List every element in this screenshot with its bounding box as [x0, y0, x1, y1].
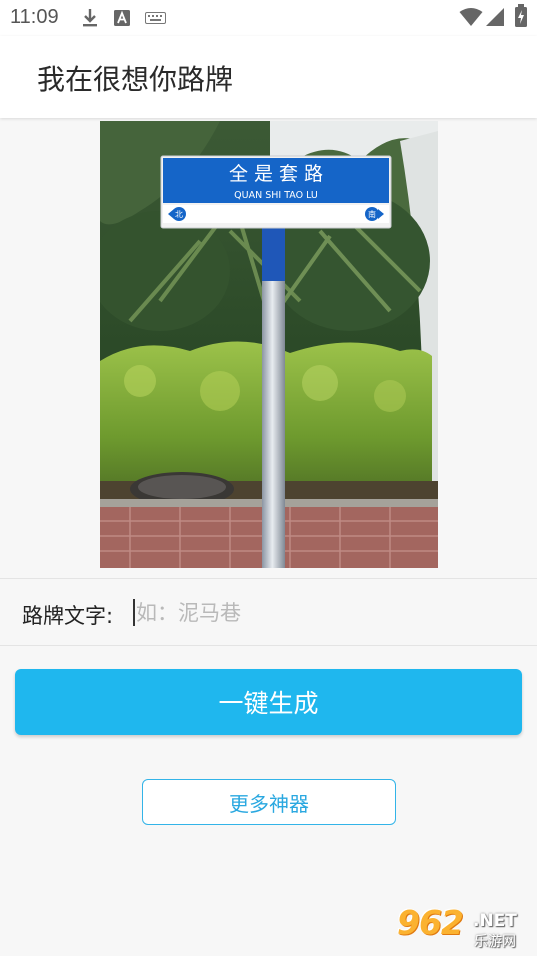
site-watermark-logo: 962 .NET 乐游网 [397, 903, 534, 953]
watermark-number: 962 [397, 903, 464, 942]
text-cursor [133, 599, 135, 626]
signal-icon [486, 8, 504, 26]
sign-north-mark: 北 [175, 210, 183, 219]
sign-pinyin-text: QUAN SHI TAO LU [234, 190, 318, 201]
wifi-icon [459, 8, 483, 26]
sign-text-label: 路牌文字: [22, 604, 114, 628]
generate-button[interactable]: 一键生成 [15, 669, 522, 735]
page-title: 我在很想你路牌 [37, 63, 234, 96]
watermark-site-name: 乐游网 [474, 934, 516, 950]
keyboard-icon [145, 12, 166, 24]
app-bar: 我在很想你路牌 [0, 36, 537, 118]
sign-south-mark: 南 [368, 209, 376, 219]
download-icon [83, 9, 97, 27]
more-tools-button[interactable]: 更多神器 [142, 779, 396, 825]
battery-charging-icon [515, 4, 527, 27]
street-sign-preview-image: 全 是 套 路 QUAN SHI TAO LU 北 南 [100, 121, 438, 568]
text-a-icon [114, 10, 130, 26]
watermark-domain: .NET [473, 911, 517, 931]
sign-main-text: 全 是 套 路 [229, 163, 323, 185]
sign-text-input[interactable] [136, 593, 516, 633]
sign-text-form: 路牌文字: [0, 578, 537, 646]
status-time: 11:09 [10, 6, 59, 28]
status-bar: 11:09 [0, 0, 537, 36]
